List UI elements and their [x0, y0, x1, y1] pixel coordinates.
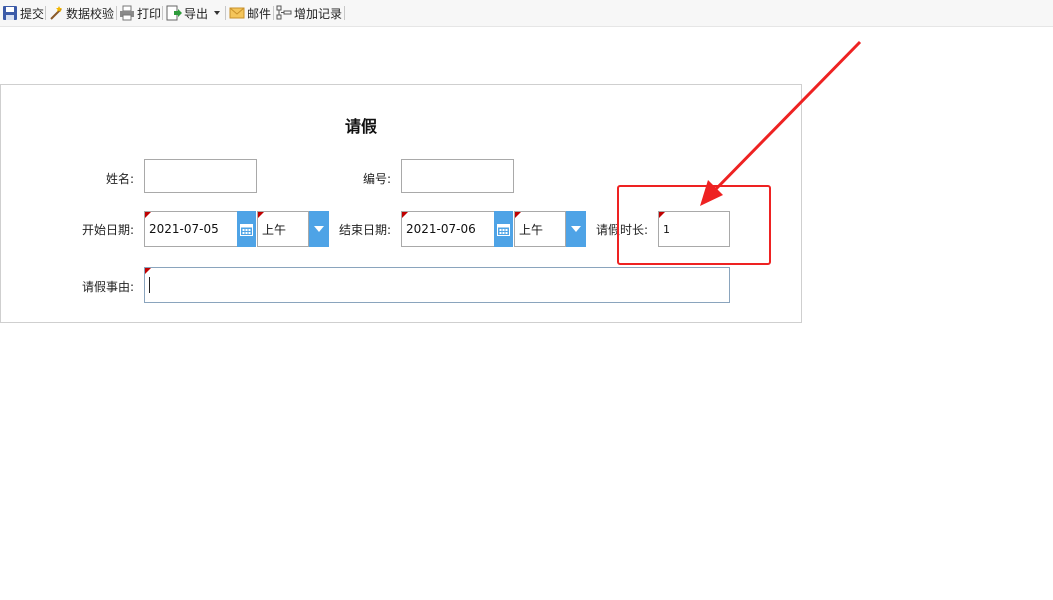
annotation-arrow-icon [700, 40, 862, 206]
